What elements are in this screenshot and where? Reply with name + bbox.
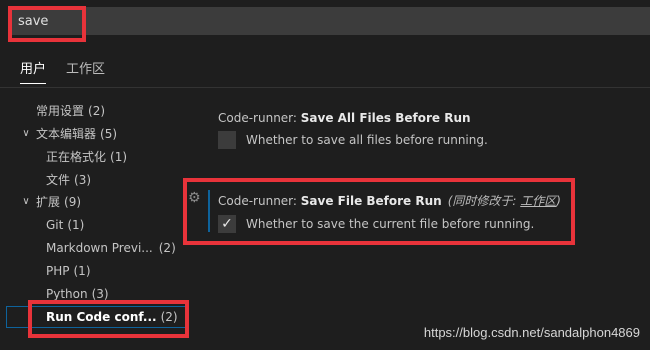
setting-row: Whether to save all files before running… xyxy=(218,131,488,149)
tree-item-label: 正在格式化 xyxy=(46,150,107,164)
tree-item-count: (1) xyxy=(73,264,91,278)
setting-save-all-files: Code-runner: Save All Files Before Run W… xyxy=(218,111,488,149)
setting-name: Save All Files Before Run xyxy=(300,111,471,125)
tree-item-common-settings[interactable]: 常用设置 (2) xyxy=(36,100,105,122)
setting-prefix: Code-runner: xyxy=(218,111,301,125)
tree-item-label: 文本编辑器 xyxy=(36,127,97,141)
tree-item-label: Markdown Previ... xyxy=(46,241,153,255)
tree-item-markdown-preview[interactable]: Markdown Previ... (2) xyxy=(46,237,176,259)
highlight-box-tree-item xyxy=(28,300,189,338)
tree-item-git[interactable]: Git (1) xyxy=(46,214,84,236)
tree-item-count: (1) xyxy=(110,150,128,164)
highlight-box-setting xyxy=(183,178,575,245)
settings-tabs: 用户 工作区 xyxy=(0,52,650,88)
search-bar xyxy=(0,0,650,40)
settings-editor: 用户 工作区 常用设置(2) ∨ 文本编辑器(5) 正在格式化(1) 文件(3)… xyxy=(0,0,650,350)
tree-item-formatting[interactable]: 正在格式化 (1) xyxy=(46,146,127,168)
tree-item-label: Git xyxy=(46,218,64,232)
tree-item-count: (2) xyxy=(158,241,176,255)
tree-item-count: (5) xyxy=(100,127,118,141)
tree-item-php[interactable]: PHP (1) xyxy=(46,260,91,282)
tree-item-count: (9) xyxy=(64,195,82,209)
tree-item-label: PHP xyxy=(46,264,70,278)
tab-workspace[interactable]: 工作区 xyxy=(66,58,105,83)
tree-item-count: (3) xyxy=(74,173,92,187)
setting-description: Whether to save all files before running… xyxy=(246,133,488,147)
tree-item-count: (1) xyxy=(67,218,85,232)
save-all-files-checkbox[interactable] xyxy=(218,131,236,149)
tab-user[interactable]: 用户 xyxy=(20,58,47,84)
chevron-down-icon[interactable]: ∨ xyxy=(20,191,32,213)
chevron-down-icon[interactable]: ∨ xyxy=(20,123,32,145)
tree-item-label: 文件 xyxy=(46,173,71,187)
tree-item-count: (2) xyxy=(88,104,106,118)
tree-item-label: Python xyxy=(46,287,88,301)
tree-item-files[interactable]: 文件 (3) xyxy=(46,169,91,191)
setting-title: Code-runner: Save All Files Before Run xyxy=(218,111,488,125)
search-input[interactable] xyxy=(8,7,650,35)
tree-item-extensions[interactable]: ∨ 扩展 (9) xyxy=(22,191,82,213)
tree-item-text-editor[interactable]: ∨ 文本编辑器 (5) xyxy=(22,123,118,145)
highlight-box-search xyxy=(8,6,86,42)
tree-item-label: 扩展 xyxy=(36,195,61,209)
tree-item-count: (3) xyxy=(91,287,109,301)
watermark: https://blog.csdn.net/sandalphon4869 xyxy=(423,325,640,340)
tabs-divider xyxy=(0,87,650,88)
tree-item-label: 常用设置 xyxy=(36,104,85,118)
